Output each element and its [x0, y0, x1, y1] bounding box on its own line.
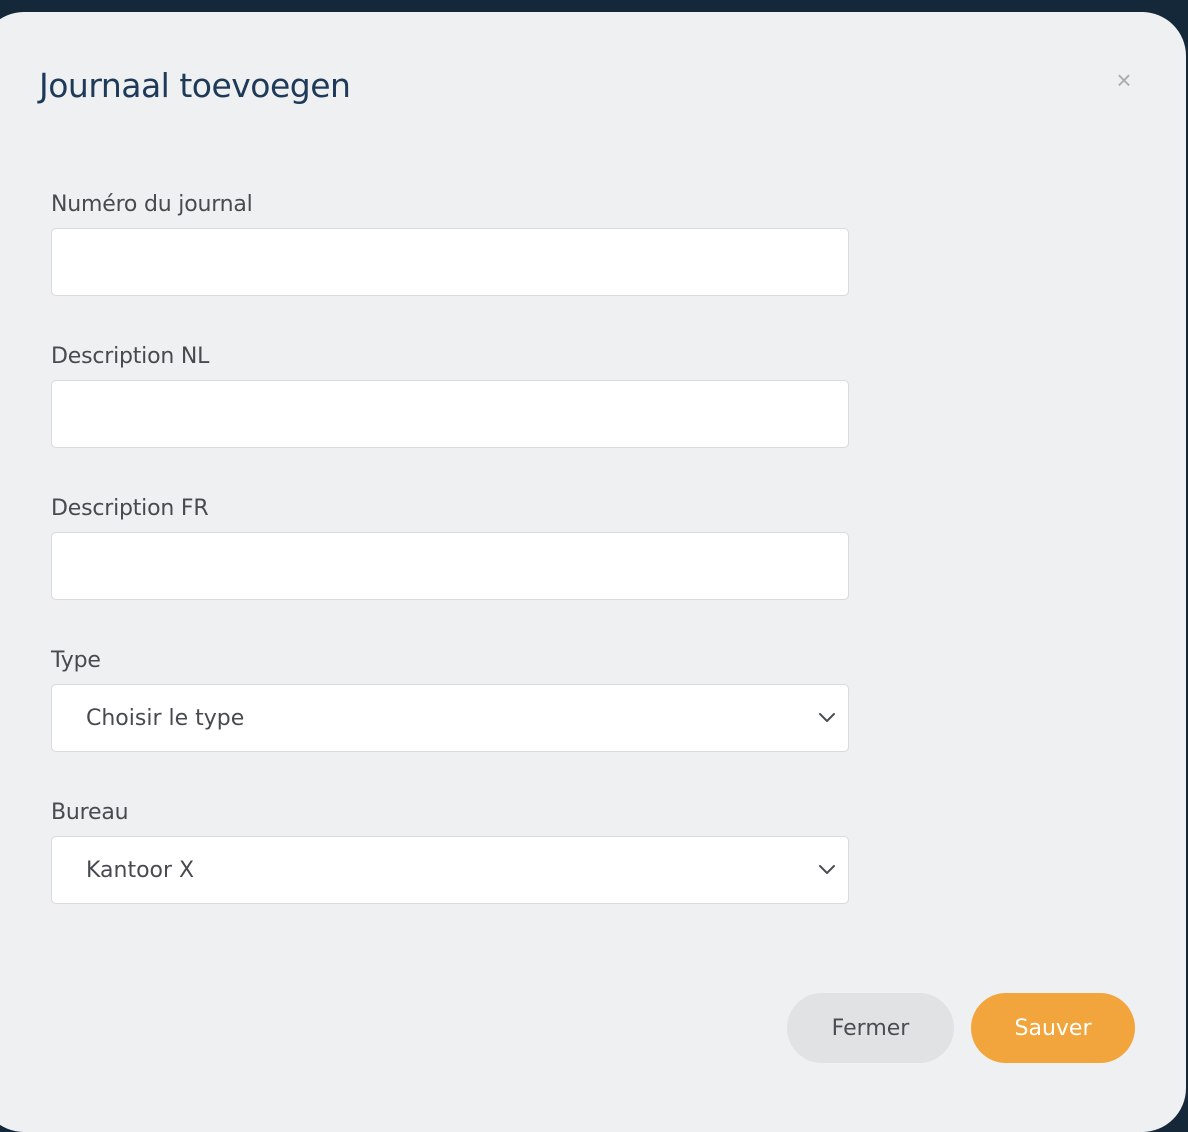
chevron-down-icon	[819, 713, 835, 722]
close-icon[interactable]: ×	[1110, 66, 1138, 94]
type-select-value: Choisir le type	[86, 705, 245, 731]
journal-number-label: Numéro du journal	[51, 192, 253, 217]
description-fr-label: Description FR	[51, 496, 209, 521]
description-nl-label: Description NL	[51, 344, 210, 369]
chevron-down-icon	[819, 865, 835, 874]
office-select-value: Kantoor X	[86, 857, 195, 883]
type-select[interactable]: Choisir le type	[51, 684, 849, 752]
save-button[interactable]: Sauver	[971, 993, 1135, 1063]
close-button[interactable]: Fermer	[787, 993, 954, 1063]
description-nl-input[interactable]	[51, 380, 849, 448]
office-label: Bureau	[51, 800, 129, 825]
office-select[interactable]: Kantoor X	[51, 836, 849, 904]
type-label: Type	[51, 648, 101, 673]
journal-number-input[interactable]	[51, 228, 849, 296]
modal-title: Journaal toevoegen	[39, 66, 351, 105]
description-fr-input[interactable]	[51, 532, 849, 600]
add-journal-modal: Journaal toevoegen × Numéro du journal D…	[0, 12, 1186, 1132]
